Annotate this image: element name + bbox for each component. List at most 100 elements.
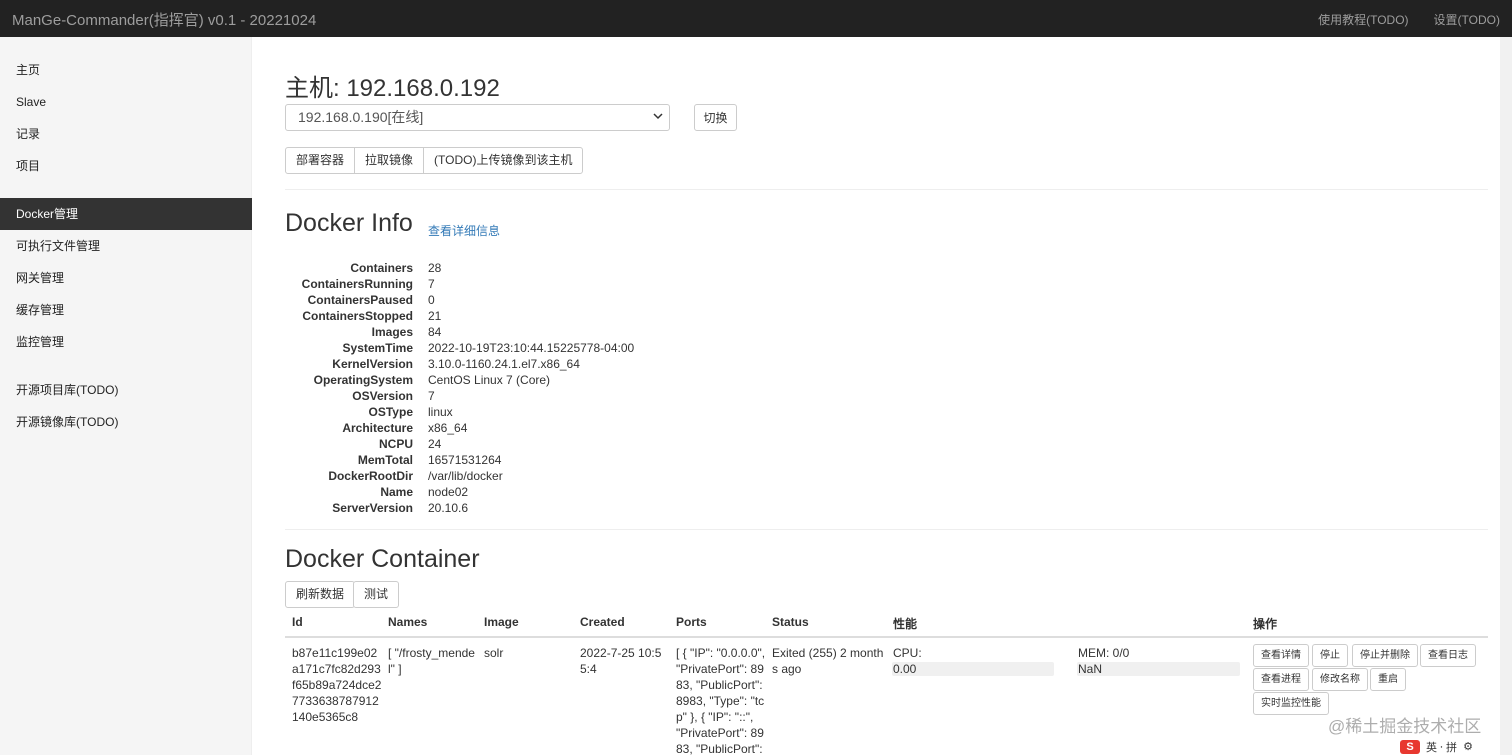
info-row: OSVersion 7	[285, 388, 785, 404]
info-row: SystemTime 2022-10-19T23:10:44.15225778-0…	[285, 340, 785, 356]
sidebar-item-cache[interactable]: 缓存管理	[0, 294, 252, 326]
brand-title[interactable]: ManGe-Commander(指挥官) v0.1 - 20221024	[12, 9, 316, 30]
page-title: 主机: 192.168.0.192	[285, 75, 500, 102]
info-value: x86_64	[428, 421, 468, 435]
nav-link-settings[interactable]: 设置(TODO)	[1434, 11, 1500, 28]
ports-line: [ { "IP": "0.0.0.0",	[676, 646, 766, 660]
container-status: Exited (255) 2 month s ago	[772, 645, 887, 677]
id-line: f65b89a724dce2	[292, 678, 382, 692]
created-line: 2022-7-25 10:5	[580, 646, 662, 660]
gear-icon[interactable]: ⚙	[1463, 740, 1473, 753]
refresh-data-button[interactable]: 刷新数据	[285, 581, 356, 608]
sidebar-item-home[interactable]: 主页	[0, 54, 252, 86]
id-line: 7733638787912	[292, 694, 379, 708]
info-key: OperatingSystem	[313, 373, 413, 387]
info-value: 0	[428, 293, 435, 307]
status-line: Exited (255) 2 month	[772, 646, 884, 660]
container-ports: [ { "IP": "0.0.0.0", "PrivatePort": 89 8…	[676, 645, 768, 755]
cpu-label: CPU:	[893, 646, 922, 660]
info-value: 7	[428, 389, 435, 403]
view-details-button[interactable]: 查看详情	[1253, 644, 1309, 667]
realtime-monitor-button[interactable]: 实时监控性能	[1253, 692, 1329, 715]
info-key: DockerRootDir	[328, 469, 413, 483]
column-header-actions: 操作	[1253, 617, 1278, 631]
sidebar-item-monitor[interactable]: 监控管理	[0, 326, 252, 358]
info-row: ServerVersion 20.10.6	[285, 500, 785, 516]
info-value: 3.10.0-1160.24.1.el7.x86_64	[428, 357, 580, 371]
ports-line: 83, "PublicPort":	[676, 742, 763, 755]
switch-button[interactable]: 切换	[694, 104, 737, 131]
info-value: 24	[428, 437, 442, 451]
created-line: 5:4	[580, 662, 597, 676]
id-line: b87e11c199e02	[292, 646, 378, 660]
sidebar-item-slave[interactable]: Slave	[0, 86, 252, 118]
nav-link-tutorial[interactable]: 使用教程(TODO)	[1318, 11, 1408, 28]
column-header-image: Image	[484, 615, 519, 629]
column-header-status: Status	[772, 615, 809, 629]
pull-image-button[interactable]: 拉取镜像	[354, 147, 425, 174]
upload-image-button[interactable]: (TODO)上传镜像到该主机	[423, 147, 584, 174]
info-key: ContainersRunning	[301, 277, 413, 291]
info-value: 20.10.6	[428, 501, 469, 515]
ime-toolbar[interactable]: S 英 ⸱ 拼 ⚙	[1398, 738, 1496, 755]
info-row: KernelVersion 3.10.0-1160.24.1.el7.x86_64	[285, 356, 785, 372]
info-row: ContainersPaused 0	[285, 292, 785, 308]
host-select[interactable]: 192.168.0.190[在线]	[285, 104, 670, 131]
view-logs-button[interactable]: 查看日志	[1420, 644, 1476, 667]
info-key: OSVersion	[352, 389, 413, 403]
sidebar-item-projects[interactable]: 项目	[0, 150, 252, 182]
sidebar-item-oss-images[interactable]: 开源镜像库(TODO)	[0, 406, 252, 438]
info-value: 7	[428, 277, 435, 291]
ports-line: "PrivatePort": 89	[676, 726, 764, 740]
info-value: 28	[428, 261, 442, 275]
info-row: MemTotal 16571531264	[285, 452, 785, 468]
test-button[interactable]: 测试	[353, 581, 400, 608]
sidebar-item-docker[interactable]: Docker管理	[0, 198, 252, 230]
ports-line: 83, "PublicPort":	[676, 678, 763, 692]
docker-info-list: Containers 28 ContainersRunning 7 Containers…	[285, 260, 785, 516]
status-line: s ago	[772, 662, 802, 676]
rename-button[interactable]: 修改名称	[1312, 668, 1368, 691]
container-image: solr	[484, 646, 504, 660]
ime-status: 英 ⸱ 拼	[1426, 741, 1458, 754]
info-value: CentOS Linux 7 (Core)	[428, 373, 551, 387]
info-row: ContainersStopped 21	[285, 308, 785, 324]
stop-button[interactable]: 停止	[1312, 644, 1348, 667]
sidebar-item-oss-projects[interactable]: 开源项目库(TODO)	[0, 374, 252, 406]
info-value: node02	[428, 485, 469, 499]
id-line: 140e5365c8	[292, 710, 359, 724]
info-key: Containers	[350, 261, 413, 275]
info-value: 16571531264	[428, 453, 502, 467]
watermark: @稀土掘金技术社区	[1328, 717, 1482, 736]
sidebar-item-gateway[interactable]: 网关管理	[0, 262, 252, 294]
info-row: DockerRootDir/var/lib/docker	[285, 468, 785, 484]
view-processes-button[interactable]: 查看进程	[1253, 668, 1309, 691]
deploy-container-button[interactable]: 部署容器	[285, 147, 356, 174]
ime-logo-icon: S	[1400, 739, 1420, 754]
sidebar-item-executables[interactable]: 可执行文件管理	[0, 230, 252, 262]
info-key: Images	[371, 325, 413, 339]
docker-container-title: Docker Container	[285, 545, 480, 573]
page-scrollbar[interactable]	[1500, 37, 1512, 755]
column-header-performance: 性能	[893, 617, 918, 631]
info-row: Containers 28	[285, 260, 785, 276]
info-key: SystemTime	[342, 341, 413, 355]
sidebar-item-records[interactable]: 记录	[0, 118, 252, 150]
docker-info-title: Docker Info	[285, 209, 413, 237]
restart-button[interactable]: 重启	[1370, 668, 1406, 691]
info-value: 84	[428, 325, 442, 339]
info-value: linux	[428, 405, 453, 419]
info-key: MemTotal	[357, 453, 413, 467]
ports-line: "PrivatePort": 89	[676, 662, 764, 676]
info-value: /var/lib/docker	[428, 469, 503, 483]
info-row: NCPU 24	[285, 436, 785, 452]
table-header-divider	[285, 636, 1488, 638]
names-line: l" ]	[388, 662, 402, 676]
info-key: ContainersPaused	[307, 293, 413, 307]
column-header-ports: Ports	[676, 615, 707, 629]
stop-and-remove-button[interactable]: 停止并删除	[1352, 644, 1418, 667]
navbar-links: 使用教程(TODO) 设置(TODO)	[1318, 11, 1500, 28]
view-details-link[interactable]: 查看详细信息	[428, 222, 500, 239]
main-content: 主机: 192.168.0.192 192.168.0.190[在线] 切换 部…	[285, 37, 1490, 755]
divider	[285, 189, 1488, 190]
